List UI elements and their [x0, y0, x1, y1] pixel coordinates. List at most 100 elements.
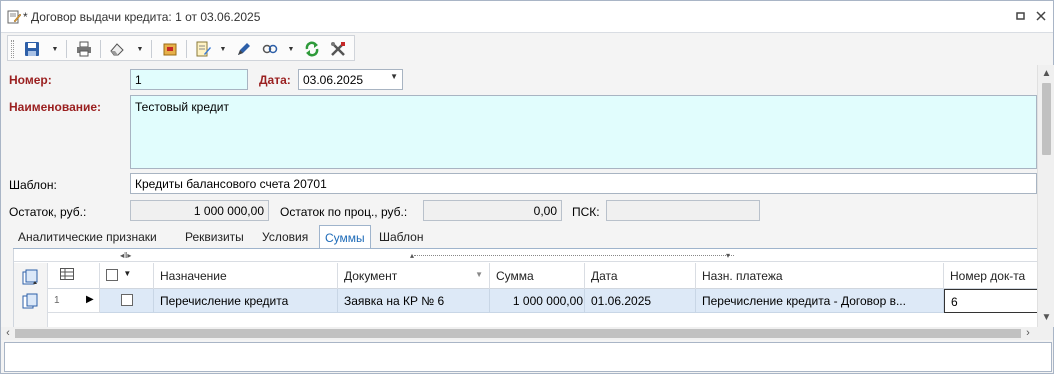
- balance-label: Остаток, руб.:: [9, 205, 87, 219]
- save-dropdown[interactable]: ▼: [50, 39, 60, 59]
- restore-button[interactable]: [1013, 9, 1029, 25]
- cell-doc-number[interactable]: 6: [944, 289, 1038, 313]
- column-selector-header[interactable]: [48, 263, 100, 289]
- horizontal-scroll-thumb[interactable]: [15, 329, 1021, 338]
- column-doc-number[interactable]: Номер док-та: [944, 263, 1038, 289]
- scroll-down-icon[interactable]: ▼: [1038, 311, 1054, 325]
- cell-date[interactable]: 01.06.2025: [585, 289, 696, 313]
- toolbar-separator: [186, 40, 187, 58]
- amounts-grid: ◂‖▸ ▴ ▾ ▼ Назначение Документ ▼ Сумма Да…: [13, 249, 1038, 327]
- cell-payment-purpose[interactable]: Перечисление кредита - Договор в...: [696, 289, 944, 313]
- save-button[interactable]: [22, 39, 42, 59]
- document-edit-button[interactable]: [193, 39, 213, 59]
- splitter-left-icon[interactable]: ▴: [410, 251, 414, 260]
- link-button[interactable]: [260, 39, 280, 59]
- pen-button[interactable]: [234, 39, 254, 59]
- table-row[interactable]: 1 ▶ Перечисление кредита Заявка на КР № …: [48, 289, 1038, 313]
- vertical-scrollbar[interactable]: ▲ ▼: [1037, 65, 1054, 327]
- eraser-icon: [110, 43, 124, 56]
- toolbar-separator: [66, 40, 67, 58]
- tab-amounts[interactable]: Суммы: [319, 225, 371, 249]
- table-icon: [60, 268, 74, 280]
- column-amount[interactable]: Сумма: [490, 263, 585, 289]
- sort-desc-icon: ▼: [475, 270, 483, 279]
- name-field[interactable]: Тестовый кредит: [130, 95, 1037, 169]
- link-icon: [262, 44, 278, 54]
- save-icon: [25, 42, 39, 56]
- name-label: Наименование:: [9, 100, 102, 114]
- column-document[interactable]: Документ ▼: [338, 263, 490, 289]
- select-all-header[interactable]: ▼: [100, 263, 154, 289]
- document-edit-icon: [7, 10, 21, 24]
- psk-field[interactable]: [606, 200, 760, 221]
- grid-side-toolbar: [14, 263, 48, 327]
- toolbar-separator: [151, 40, 152, 58]
- document-edit-icon: [196, 41, 211, 57]
- splitter-right-icon[interactable]: ▾: [726, 251, 730, 260]
- status-panel[interactable]: [4, 342, 1052, 372]
- close-icon: [1036, 11, 1046, 21]
- chevron-down-icon[interactable]: ▼: [390, 72, 398, 81]
- date-value: 03.06.2025: [303, 73, 364, 87]
- date-label: Дата:: [259, 73, 291, 87]
- splitter-handle-icon[interactable]: ◂‖▸: [120, 251, 131, 260]
- column-payment-purpose[interactable]: Назн. платежа: [696, 263, 944, 289]
- interest-balance-field[interactable]: 0,00: [423, 200, 562, 221]
- tab-template[interactable]: Шаблон: [374, 225, 428, 249]
- toolbar: ▼ ▼ ▼ ▼: [7, 35, 355, 61]
- column-purpose[interactable]: Назначение: [154, 263, 338, 289]
- restore-icon: [1016, 12, 1025, 20]
- psk-label: ПСК:: [572, 205, 600, 219]
- clear-button[interactable]: [107, 39, 127, 59]
- number-field[interactable]: 1: [130, 69, 248, 90]
- cell-amount[interactable]: 1 000 000,00: [490, 289, 585, 313]
- refresh-button[interactable]: [302, 39, 322, 59]
- copy-icon[interactable]: [21, 293, 39, 311]
- document-window: * Договор выдачи кредита: 1 от 03.06.202…: [0, 0, 1054, 374]
- row-checkbox[interactable]: [121, 294, 133, 306]
- scroll-right-icon[interactable]: ›: [1021, 327, 1035, 340]
- column-date[interactable]: Дата: [585, 263, 696, 289]
- archive-button[interactable]: [160, 39, 180, 59]
- tab-analytics[interactable]: Аналитические признаки: [13, 225, 162, 249]
- link-dropdown[interactable]: ▼: [286, 39, 296, 59]
- tools-icon: [331, 42, 345, 56]
- number-label: Номер:: [9, 73, 52, 87]
- grid-header: ▼ Назначение Документ ▼ Сумма Дата Назн.…: [48, 263, 1038, 289]
- print-button[interactable]: [74, 39, 94, 59]
- row-header[interactable]: 1 ▶: [48, 289, 100, 313]
- group-panel[interactable]: ◂‖▸ ▴ ▾: [14, 249, 1038, 262]
- clear-dropdown[interactable]: ▼: [135, 39, 145, 59]
- cell-document[interactable]: Заявка на КР № 6: [338, 289, 490, 313]
- print-icon: [77, 41, 91, 57]
- chevron-down-icon[interactable]: ▼: [123, 269, 131, 278]
- toolbar-grip[interactable]: [11, 40, 14, 58]
- archive-icon: [163, 43, 177, 56]
- window-title: * Договор выдачи кредита: 1 от 03.06.202…: [23, 10, 261, 24]
- tools-button[interactable]: [328, 39, 348, 59]
- cell-purpose[interactable]: Перечисление кредита: [154, 289, 338, 313]
- horizontal-scrollbar[interactable]: ‹ ›: [1, 327, 1053, 340]
- template-field[interactable]: Кредиты балансового счета 20701: [130, 173, 1037, 194]
- scroll-left-icon[interactable]: ‹: [1, 327, 15, 340]
- balance-field[interactable]: 1 000 000,00: [130, 200, 269, 221]
- scroll-up-icon[interactable]: ▲: [1038, 67, 1054, 81]
- date-field[interactable]: 03.06.2025 ▼: [298, 69, 403, 90]
- close-button[interactable]: [1033, 9, 1049, 25]
- document-form: Номер: 1 Дата: 03.06.2025 ▼ Наименование…: [1, 65, 1038, 327]
- document-edit-dropdown[interactable]: ▼: [218, 39, 228, 59]
- interest-balance-label: Остаток по проц., руб.:: [280, 205, 408, 219]
- title-bar: * Договор выдачи кредита: 1 от 03.06.202…: [1, 1, 1053, 33]
- vertical-scroll-thumb[interactable]: [1042, 83, 1051, 155]
- column-document-label: Документ: [344, 269, 398, 283]
- select-all-checkbox[interactable]: [106, 269, 118, 281]
- add-row-icon[interactable]: [21, 269, 39, 287]
- template-label: Шаблон:: [9, 178, 57, 192]
- tab-conditions[interactable]: Условия: [257, 225, 313, 249]
- splitter-dots: [414, 255, 734, 256]
- tab-requisites[interactable]: Реквизиты: [180, 225, 249, 249]
- toolbar-separator: [100, 40, 101, 58]
- row-checkbox-cell[interactable]: [100, 289, 154, 313]
- row-index: 1: [54, 295, 60, 306]
- refresh-icon: [305, 41, 319, 57]
